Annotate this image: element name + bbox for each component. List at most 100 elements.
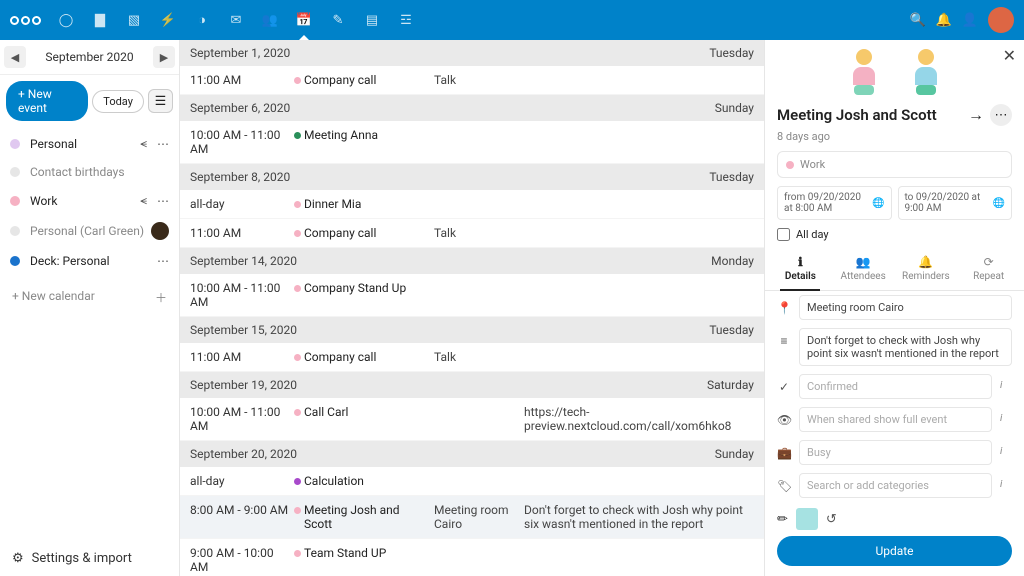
event-time: 8:00 AM - 9:00 AM	[190, 503, 290, 517]
notifications-icon[interactable]: 🔔	[936, 13, 952, 28]
month-navigator: ◀ September 2020 ▶	[0, 40, 179, 75]
from-datetime-input[interactable]: from 09/20/2020 at 8:00 AM🌐	[777, 186, 892, 220]
view-mode-button[interactable]: ☰	[148, 89, 173, 113]
contacts-icon[interactable]: 👥	[255, 0, 285, 40]
status-input[interactable]: Confirmed	[799, 374, 992, 399]
event-title: Call Carl	[304, 405, 434, 419]
topbar: ◯ ▇ ▧ ⚡ ◑ ✉ 👥 📅 ✎ ▤ ☲ 🔍 🔔 👤	[0, 0, 1024, 40]
close-icon[interactable]: ✕	[1003, 46, 1016, 65]
prev-month-button[interactable]: ◀	[4, 46, 26, 68]
more-icon[interactable]: ⋯	[157, 137, 169, 151]
activity-icon[interactable]: ⚡	[153, 0, 183, 40]
add-calendar-button[interactable]: + New calendar＋	[0, 277, 179, 318]
event-row[interactable]: 10:00 AM - 11:00 AMMeeting Anna	[180, 121, 764, 164]
search-icon[interactable]: 🔍	[909, 13, 925, 28]
expand-icon[interactable]: →	[968, 105, 984, 125]
next-month-button[interactable]: ▶	[153, 46, 175, 68]
event-color-dot	[294, 507, 301, 514]
deck-icon[interactable]: ▤	[357, 0, 387, 40]
reset-color-button[interactable]: ↺	[826, 512, 837, 527]
event-row[interactable]: 10:00 AM - 11:00 AMCompany Stand Up	[180, 274, 764, 317]
today-button[interactable]: Today	[92, 90, 144, 113]
calendar-name: Work	[30, 194, 57, 208]
talk-icon[interactable]: ◑	[187, 0, 217, 40]
event-row[interactable]: 8:00 AM - 9:00 AM Meeting Josh and ScottM…	[180, 496, 764, 539]
day-header: September 19, 2020Saturday	[180, 372, 764, 398]
calendar-item[interactable]: Personal (Carl Green)	[0, 215, 179, 247]
share-icon[interactable]: ⪪	[140, 193, 147, 208]
tasks-icon[interactable]: ☲	[391, 0, 421, 40]
event-title: Meeting Josh and Scott	[304, 503, 434, 531]
color-swatch[interactable]	[796, 508, 818, 530]
event-time: 10:00 AM - 11:00 AM	[190, 405, 290, 433]
event-row[interactable]: 11:00 AMCompany callTalk	[180, 343, 764, 372]
event-title: Dinner Mia	[304, 197, 434, 211]
event-list: September 1, 2020Tuesday11:00 AMCompany …	[180, 40, 764, 576]
calendar-item[interactable]: Work ⪪ ⋯	[0, 186, 179, 215]
info-icon[interactable]: i	[1000, 473, 1012, 490]
tab-reminders[interactable]: 🔔Reminders	[895, 249, 958, 290]
more-icon[interactable]: ⋯	[157, 254, 169, 268]
photos-icon[interactable]: ▧	[119, 0, 149, 40]
shared-by-avatar	[151, 222, 169, 240]
event-color-dot	[294, 230, 301, 237]
event-row[interactable]: 11:00 AMCompany callTalk	[180, 66, 764, 95]
share-icon[interactable]: ⪪	[140, 136, 147, 151]
calendar-selector[interactable]: Work	[777, 151, 1012, 178]
tab-repeat[interactable]: ⟳Repeat	[957, 249, 1020, 290]
allday-checkbox[interactable]	[777, 228, 790, 241]
files-icon[interactable]: ▇	[85, 0, 115, 40]
notes-icon[interactable]: ✎	[323, 0, 353, 40]
mail-icon[interactable]: ✉	[221, 0, 251, 40]
calendar-color-dot	[10, 256, 20, 266]
day-header: September 1, 2020Tuesday	[180, 40, 764, 66]
location-input[interactable]: Meeting room Cairo	[799, 295, 1012, 320]
calendar-color-dot	[10, 226, 20, 236]
event-description: Don't forget to check with Josh why poin…	[524, 503, 754, 531]
event-row[interactable]: 9:00 AM - 10:00 AMTeam Stand UP	[180, 539, 764, 576]
contacts-menu-icon[interactable]: 👤	[962, 13, 978, 28]
day-header: September 14, 2020Monday	[180, 248, 764, 274]
freebusy-input[interactable]: Busy	[799, 440, 992, 465]
visibility-input[interactable]: When shared show full event	[799, 407, 992, 432]
event-time: all-day	[190, 197, 290, 211]
event-detail-panel: ✕ Meeting Josh and Scott → ⋯ 8 days ago …	[764, 40, 1024, 576]
event-location: Meeting room Cairo	[434, 503, 524, 531]
to-datetime-input[interactable]: to 09/20/2020 at 9:00 AM🌐	[898, 186, 1013, 220]
event-time: all-day	[190, 474, 290, 488]
settings-import-button[interactable]: ⚙Settings & import	[0, 541, 179, 576]
nextcloud-logo[interactable]	[10, 16, 41, 25]
info-icon[interactable]: i	[1000, 407, 1012, 424]
description-input[interactable]: Don't forget to check with Josh why poin…	[799, 328, 1012, 366]
dashboard-icon[interactable]: ◯	[51, 0, 81, 40]
eyedropper-icon: ✏	[777, 512, 788, 527]
info-icon[interactable]: i	[1000, 440, 1012, 457]
tab-details[interactable]: ℹDetails	[769, 249, 832, 290]
calendar-item[interactable]: Personal⪪⋯	[0, 129, 179, 158]
info-icon[interactable]: i	[1000, 374, 1012, 391]
allday-label: All day	[796, 228, 829, 241]
calendar-item[interactable]: Deck: Personal⋯	[0, 247, 179, 275]
event-row[interactable]: all-dayCalculation	[180, 467, 764, 496]
calendar-item[interactable]: Contact birthdays	[0, 158, 179, 186]
event-color-dot	[294, 354, 301, 361]
globe-icon: 🌐	[872, 198, 884, 209]
briefcase-icon: 💼	[777, 440, 791, 460]
plus-icon: ＋	[155, 289, 167, 306]
more-menu-button[interactable]: ⋯	[990, 104, 1012, 126]
more-icon[interactable]: ⋯	[157, 194, 169, 208]
topbar-right: 🔍 🔔 👤	[909, 7, 1014, 33]
event-row[interactable]: 11:00 AMCompany callTalk	[180, 219, 764, 248]
new-event-button[interactable]: + New event	[6, 81, 88, 121]
event-row[interactable]: 10:00 AM - 11:00 AMCall Carlhttps://tech…	[180, 398, 764, 441]
tab-attendees[interactable]: 👥Attendees	[832, 249, 895, 290]
event-color-dot	[294, 409, 301, 416]
calendar-color-dot	[10, 167, 20, 177]
calendar-icon[interactable]: 📅	[289, 0, 319, 40]
update-button[interactable]: Update	[777, 536, 1012, 566]
user-avatar[interactable]	[988, 7, 1014, 33]
calendar-name: Contact birthdays	[30, 165, 125, 179]
event-color-dot	[294, 285, 301, 292]
categories-input[interactable]: Search or add categories	[799, 473, 992, 498]
event-row[interactable]: all-day Dinner Mia	[180, 190, 764, 219]
